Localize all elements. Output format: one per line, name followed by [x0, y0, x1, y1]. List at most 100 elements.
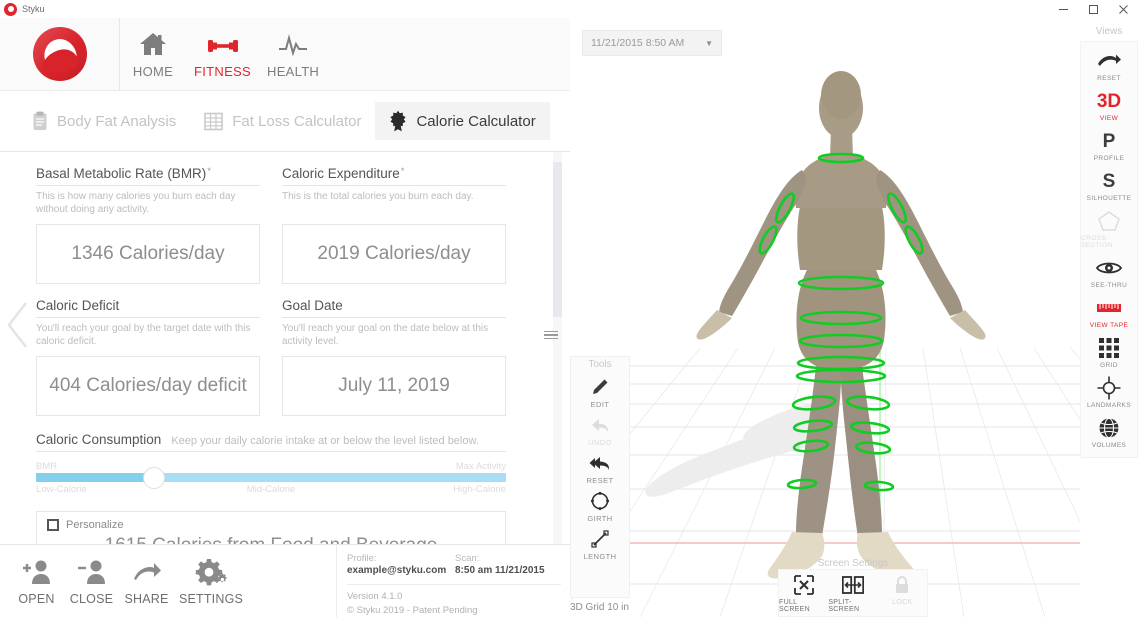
content-scrollbar[interactable] [553, 152, 562, 544]
dumbbell-icon [207, 29, 239, 57]
tool-label: LENGTH [584, 552, 617, 561]
scan-date-value: 11/21/2015 8:50 AM [591, 37, 684, 49]
expand-icon [794, 574, 814, 596]
tab-fat-loss-calculator[interactable]: Fat Loss Calculator [190, 102, 375, 140]
table-icon [204, 112, 223, 131]
tab-label: Calorie Calculator [416, 113, 535, 130]
section-title: Caloric Consumption [36, 432, 161, 447]
view-grid[interactable]: GRID [1081, 332, 1137, 372]
personalize-checkbox[interactable] [47, 519, 59, 531]
nav-fitness[interactable]: FITNESS [186, 18, 259, 91]
slider-label-max-activity: Max Activity [456, 461, 506, 472]
panel-resize-handle[interactable] [544, 327, 560, 343]
eye-icon [1096, 256, 1122, 280]
tool-length[interactable]: LENGTH [571, 525, 629, 563]
tab-calorie-calculator[interactable]: Calorie Calculator [375, 102, 549, 140]
chevron-down-icon: ▼ [705, 39, 713, 48]
view-volumes[interactable]: VOLUMES [1081, 412, 1137, 452]
view-profile[interactable]: P PROFILE [1081, 125, 1137, 165]
tool-girth[interactable]: GIRTH [571, 487, 629, 525]
scan-info: Scan: 8:50 am 11/21/2015 [455, 553, 563, 576]
remove-user-icon [77, 557, 107, 587]
nav-home[interactable]: HOME [120, 18, 186, 91]
tab-label: Body Fat Analysis [57, 113, 176, 130]
view-3d[interactable]: 3D VIEW [1081, 85, 1137, 125]
deficit-section: Caloric Deficit You'll reach your goal b… [36, 298, 260, 416]
tape-measure-icon [1096, 296, 1122, 320]
tool-label: UNDO [588, 438, 612, 447]
profile-value: example@styku.com [347, 565, 455, 576]
scrollbar-thumb[interactable] [553, 162, 562, 317]
view-label: VIEW [1100, 115, 1118, 122]
award-ribbon-icon [389, 110, 407, 132]
left-panel: HOME FITNESS [0, 0, 570, 617]
slider-label-bmr: BMR [36, 461, 57, 472]
consumption-header: Caloric Consumption Keep your daily calo… [36, 432, 506, 452]
open-button[interactable]: OPEN [10, 557, 63, 606]
view-see-thru[interactable]: SEE-THRU [1081, 252, 1137, 292]
add-user-icon [22, 557, 52, 587]
section-title: Caloric Deficit [36, 298, 119, 313]
screen-setting-label: LOCK [892, 599, 912, 606]
tool-reset[interactable]: RESET [571, 449, 629, 487]
section-description: This is how many calories you burn each … [36, 191, 260, 216]
share-button[interactable]: SHARE [120, 557, 173, 606]
collapse-panel-chevron-icon[interactable] [6, 300, 30, 355]
screen-settings-title: Screen Settings [778, 558, 928, 569]
bmr-value: 1346 Calories/day [36, 224, 260, 284]
screen-setting-label: SPLIT-SCREEN [828, 599, 877, 613]
nav-health[interactable]: HEALTH [259, 18, 327, 91]
styku-titlebar-logo-icon [4, 3, 17, 16]
scan-date-dropdown[interactable]: 11/21/2015 8:50 AM ▼ [582, 30, 722, 56]
main-nav: HOME FITNESS [0, 18, 570, 91]
slider-label-mid-calorie: Mid-Calorie [247, 484, 296, 495]
view-landmarks[interactable]: LANDMARKS [1081, 372, 1137, 412]
grid-dots-icon [1098, 336, 1120, 360]
calorie-calculator-content: Basal Metabolic Rate (BMR) * This is how… [0, 152, 570, 544]
reset-double-arrow-icon [588, 452, 612, 474]
lock-button[interactable]: LOCK [878, 574, 927, 606]
minimize-button[interactable] [1048, 0, 1078, 18]
slider-bottom-labels: Low-Calorie Mid-Calorie High-Calorie [36, 484, 506, 495]
view-reset[interactable]: RESET [1081, 45, 1137, 85]
tools-panel: Tools EDIT UNDO [570, 356, 630, 598]
version-label: Version 4.1.0 [347, 590, 570, 604]
bmr-header: Basal Metabolic Rate (BMR) * [36, 166, 260, 186]
scan-key: Scan: [455, 553, 563, 564]
expenditure-header: Caloric Expenditure * [282, 166, 506, 186]
caloric-consumption-slider[interactable]: BMR Max Activity Low-Calorie Mid-Calorie… [36, 461, 506, 501]
footer-info-row: Profile: example@styku.com Scan: 8:50 am… [347, 553, 570, 576]
settings-button[interactable]: SETTINGS [175, 557, 247, 606]
view-label: PROFILE [1094, 155, 1125, 162]
section-title: Basal Metabolic Rate (BMR) [36, 166, 206, 181]
tool-label: EDIT [591, 400, 610, 409]
view-tape[interactable]: VIEW TAPE [1081, 292, 1137, 332]
pentagon-icon [1097, 209, 1121, 233]
section-title: Caloric Expenditure [282, 166, 400, 181]
close-button[interactable] [1108, 0, 1138, 18]
tool-undo[interactable]: UNDO [571, 411, 629, 449]
brand-logo [0, 18, 120, 91]
slider-label-high-calorie: High-Calorie [453, 484, 506, 495]
view-cross-section[interactable]: CROSS-SECTION [1081, 205, 1137, 252]
copyright-label: © Styku 2019 - Patent Pending [347, 604, 570, 617]
crosshair-icon [1097, 376, 1121, 400]
views-list: RESET 3D VIEW P PROFILE S SILHOUETTE CRO… [1080, 41, 1138, 458]
maximize-button[interactable] [1078, 0, 1108, 18]
tab-body-fat-analysis[interactable]: Body Fat Analysis [18, 102, 190, 140]
slider-track[interactable] [36, 473, 506, 482]
view-silhouette[interactable]: S SILHOUETTE [1081, 165, 1137, 205]
personalize-row[interactable]: Personalize [47, 519, 495, 531]
personalize-label: Personalize [66, 519, 123, 531]
3d-text-icon: 3D [1097, 89, 1121, 113]
close-button-footer[interactable]: CLOSE [65, 557, 118, 606]
3d-viewport[interactable]: 11/21/2015 8:50 AM ▼ 3D Grid 10 in Tools… [570, 18, 1138, 617]
tool-edit[interactable]: EDIT [571, 373, 629, 411]
full-screen-button[interactable]: FULL SCREEN [779, 574, 828, 613]
slider-top-labels: BMR Max Activity [36, 461, 506, 472]
section-title: Goal Date [282, 298, 343, 313]
footer-action-label: OPEN [18, 592, 54, 606]
consumption-section: Caloric Consumption Keep your daily calo… [36, 432, 506, 544]
deficit-header: Caloric Deficit [36, 298, 260, 318]
split-screen-button[interactable]: SPLIT-SCREEN [828, 574, 877, 613]
